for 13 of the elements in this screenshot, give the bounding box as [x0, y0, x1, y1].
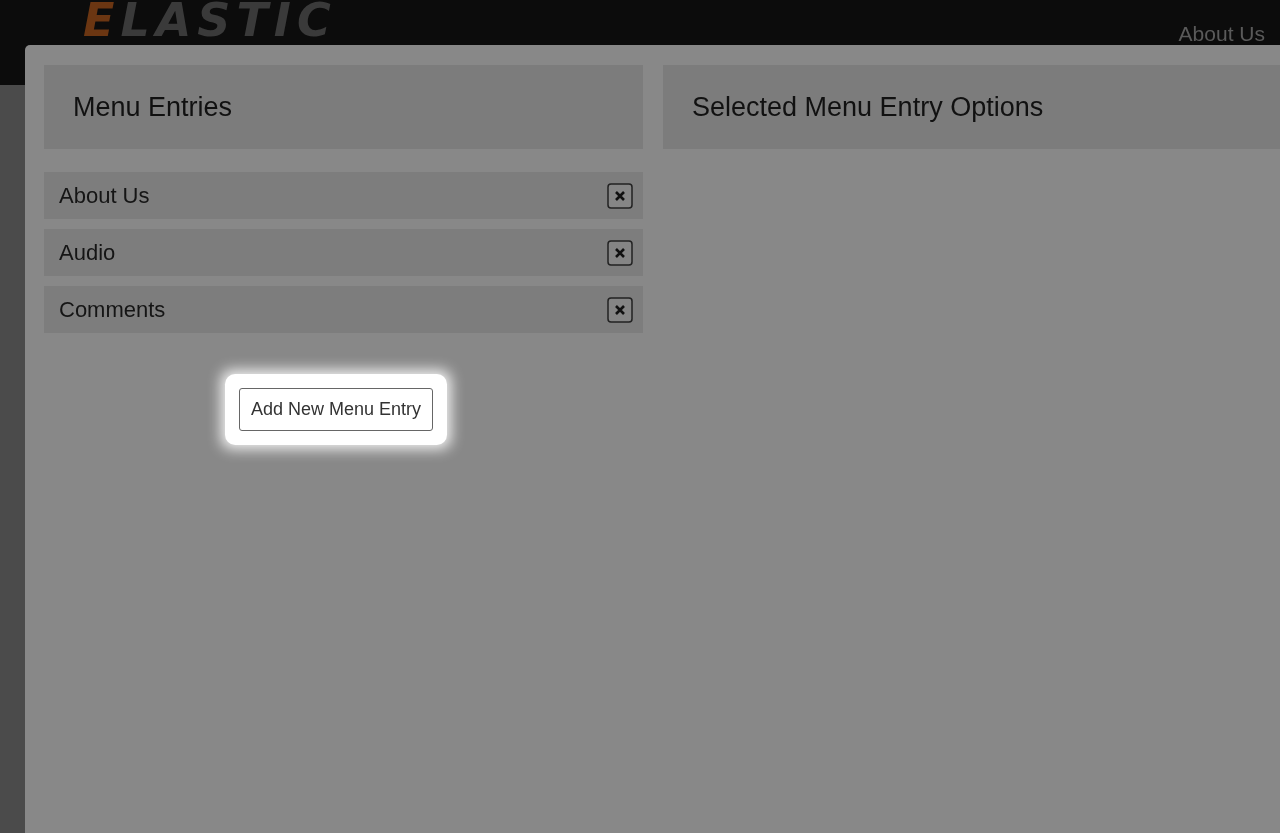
panel-title: Selected Menu Entry Options: [692, 91, 1044, 123]
entry-label: Audio: [59, 239, 116, 266]
panel-title: Menu Entries: [73, 91, 233, 123]
close-icon[interactable]: [607, 182, 633, 209]
menu-entry[interactable]: Comments: [44, 286, 643, 333]
entry-label: Comments: [59, 296, 166, 323]
nav-link[interactable]: About Us: [1178, 22, 1265, 46]
menu-entry[interactable]: Audio: [44, 229, 643, 276]
logo: ELASTIC: [83, 0, 337, 46]
entry-label: About Us: [59, 182, 150, 209]
close-icon[interactable]: [607, 239, 633, 266]
menu-entry[interactable]: About Us: [44, 172, 643, 219]
close-icon[interactable]: [607, 296, 633, 323]
